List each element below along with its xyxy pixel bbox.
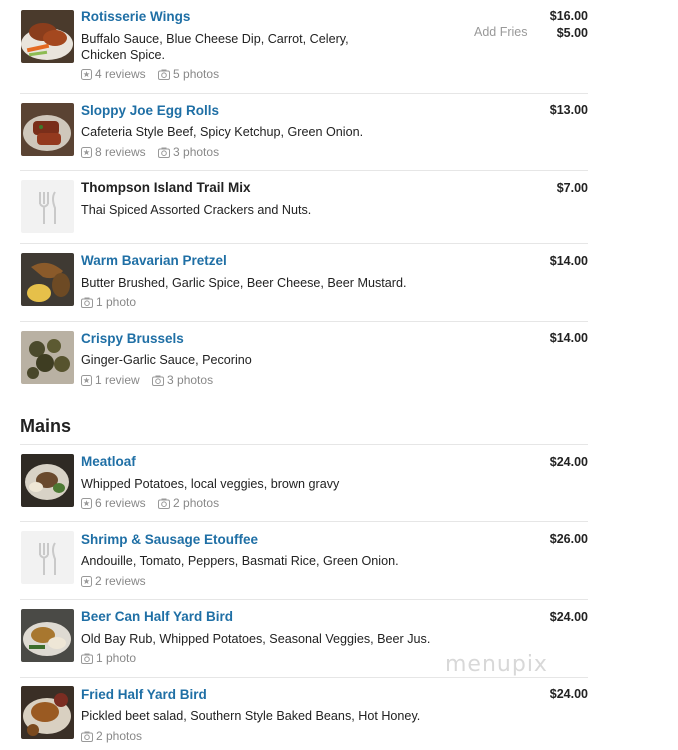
item-price: $7.00 [556, 181, 588, 195]
photos-count: 3 photos [167, 373, 214, 387]
photos-count: 2 photos [173, 496, 220, 510]
photos-count: 2 photos [96, 729, 143, 743]
item-photo[interactable] [21, 686, 74, 739]
star-icon [81, 374, 92, 386]
photos-link[interactable]: 3 photos [152, 373, 213, 387]
divider [20, 677, 588, 678]
item-photo[interactable] [21, 10, 74, 63]
addon-price: $5.00 [556, 26, 588, 40]
item-name[interactable]: Meatloaf [81, 454, 136, 469]
item-meta: 8 reviews 3 photos [81, 145, 228, 161]
photos-link[interactable]: 2 photos [158, 496, 219, 510]
item-photo[interactable] [21, 609, 74, 662]
camera-icon [158, 498, 171, 509]
item-photo-placeholder [21, 180, 74, 233]
reviews-link[interactable]: 2 reviews [81, 574, 146, 588]
star-icon [81, 146, 92, 158]
reviews-count: 8 reviews [95, 145, 146, 159]
item-name[interactable]: Warm Bavarian Pretzel [81, 253, 227, 268]
item-price: $24.00 [549, 455, 588, 469]
item-price: $26.00 [549, 532, 588, 546]
divider [20, 93, 588, 94]
item-meta: 4 reviews 5 photos [81, 67, 228, 83]
item-meta: 1 photo [81, 651, 145, 667]
item-meta: 2 photos [81, 729, 151, 745]
item-photo[interactable] [21, 454, 74, 507]
reviews-link[interactable]: 8 reviews [81, 145, 146, 159]
photos-count: 5 photos [173, 67, 220, 81]
star-icon [81, 497, 92, 509]
item-photo[interactable] [21, 253, 74, 306]
camera-icon [152, 375, 165, 386]
item-name[interactable]: Crispy Brussels [81, 331, 184, 346]
reviews-link[interactable]: 4 reviews [81, 67, 146, 81]
item-price: $24.00 [549, 687, 588, 701]
camera-icon [158, 147, 171, 158]
reviews-count: 4 reviews [95, 67, 146, 81]
camera-icon [81, 653, 93, 664]
reviews-count: 6 reviews [95, 496, 146, 510]
star-icon [81, 575, 92, 587]
item-name[interactable]: Sloppy Joe Egg Rolls [81, 103, 219, 118]
item-description: Old Bay Rub, Whipped Potatoes, Seasonal … [81, 632, 431, 646]
divider [20, 243, 588, 244]
reviews-link[interactable]: 6 reviews [81, 496, 146, 510]
photos-link[interactable]: 3 photos [158, 145, 219, 159]
item-photo[interactable] [21, 331, 74, 384]
fork-knife-icon [39, 542, 56, 575]
item-meta: 1 review 3 photos [81, 373, 222, 389]
reviews-count: 2 reviews [95, 574, 146, 588]
item-description: Buffalo Sauce, Blue Cheese Dip, Carrot, … [81, 32, 349, 62]
item-photo-placeholder [21, 531, 74, 584]
photos-link[interactable]: 1 photo [81, 651, 136, 665]
photos-link[interactable]: 1 photo [81, 295, 136, 309]
divider [20, 444, 588, 445]
item-meta: 2 reviews [81, 574, 155, 590]
camera-icon [158, 69, 171, 80]
item-description: Andouille, Tomato, Peppers, Basmati Rice… [81, 554, 399, 568]
item-price: $16.00 [549, 9, 588, 23]
item-description: Thai Spiced Assorted Crackers and Nuts. [81, 203, 312, 217]
camera-icon [81, 731, 93, 742]
watermark: menupix [445, 652, 548, 677]
item-name[interactable]: Shrimp & Sausage Etouffee [81, 532, 258, 547]
item-price: $24.00 [549, 610, 588, 624]
photos-link[interactable]: 5 photos [158, 67, 219, 81]
item-meta: 6 reviews 2 photos [81, 496, 228, 512]
item-name: Thompson Island Trail Mix [81, 180, 251, 195]
item-meta: 1 photo [81, 295, 145, 311]
item-name[interactable]: Rotisserie Wings [81, 9, 190, 24]
photos-link[interactable]: 2 photos [81, 729, 142, 743]
item-description: Pickled beet salad, Southern Style Baked… [81, 709, 421, 723]
divider [20, 170, 588, 171]
item-description: Cafeteria Style Beef, Spicy Ketchup, Gre… [81, 125, 364, 139]
item-price: $14.00 [549, 254, 588, 268]
item-description: Butter Brushed, Garlic Spice, Beer Chees… [81, 276, 407, 290]
item-name[interactable]: Beer Can Half Yard Bird [81, 609, 233, 624]
reviews-link[interactable]: 1 review [81, 373, 140, 387]
reviews-count: 1 review [95, 373, 140, 387]
item-name[interactable]: Fried Half Yard Bird [81, 687, 207, 702]
addon-label: Add Fries [474, 25, 528, 39]
item-photo[interactable] [21, 103, 74, 156]
section-title: Mains [20, 416, 72, 436]
divider [20, 599, 588, 600]
item-price: $14.00 [549, 331, 588, 345]
item-price: $13.00 [549, 103, 588, 117]
camera-icon [81, 297, 93, 308]
fork-knife-icon [39, 191, 56, 224]
divider [20, 521, 588, 522]
photos-count: 1 photo [96, 295, 137, 309]
divider [20, 321, 588, 322]
star-icon [81, 68, 92, 80]
photos-count: 1 photo [96, 651, 137, 665]
item-description: Whipped Potatoes, local veggies, brown g… [81, 477, 340, 491]
photos-count: 3 photos [173, 145, 220, 159]
item-description: Ginger-Garlic Sauce, Pecorino [81, 353, 252, 367]
